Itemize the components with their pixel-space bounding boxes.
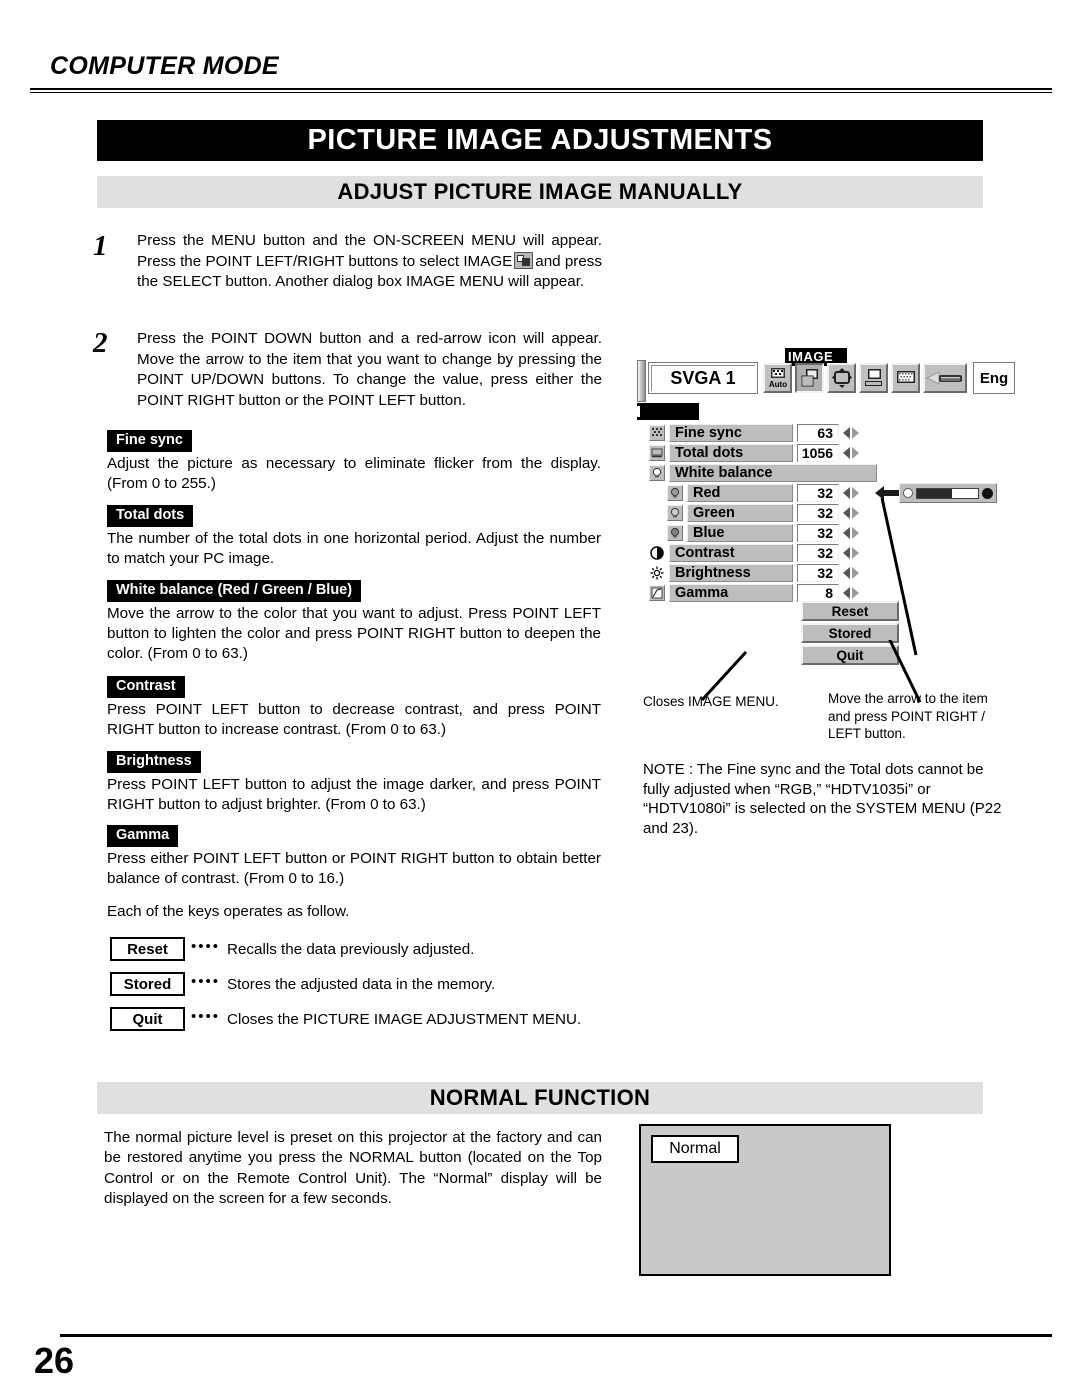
footer-divider <box>60 1334 1052 1337</box>
key-box-stored: Stored <box>110 972 185 996</box>
normal-function-text: The normal picture level is preset on th… <box>104 1129 602 1208</box>
osd-arrows-total-dots[interactable] <box>843 447 859 459</box>
page-mode-header: COMPUTER MODE <box>50 52 279 80</box>
item-body-gamma: Press either POINT LEFT button or POINT … <box>107 850 601 888</box>
item-tag-fine-sync: Fine sync <box>107 430 192 452</box>
osd-label-green: Green <box>687 504 793 522</box>
item-body-contrast: Press POINT LEFT button to decrease cont… <box>107 701 601 739</box>
osd-label-gamma: Gamma <box>669 584 793 602</box>
osd-value-green[interactable]: 32 <box>797 504 839 522</box>
image-menu-icon <box>514 251 534 269</box>
item-body-brightness: Press POINT LEFT button to adjust the im… <box>107 776 601 814</box>
item-tag-white-balance: White balance (Red / Green / Blue) <box>107 580 362 602</box>
osd-arrows-blue[interactable] <box>843 527 859 539</box>
osd-value-total-dots[interactable]: 1056 <box>797 444 839 462</box>
osd-value-brightness[interactable]: 32 <box>797 564 839 582</box>
osd-arrows-gamma[interactable] <box>843 587 859 599</box>
osd-scrollbar[interactable] <box>637 360 646 402</box>
osd-label-brightness: Brightness <box>669 564 793 582</box>
osd-label-fine-sync: Fine sync <box>669 424 793 442</box>
auto-image-icon[interactable]: Auto <box>763 363 792 393</box>
osd-label-white-balance: White balance <box>669 464 877 482</box>
key-legend-row-stored: Stored •••• Stores the adjusted data in … <box>110 971 495 997</box>
osd-value-red[interactable]: 32 <box>797 484 839 502</box>
brightness-icon <box>649 565 665 581</box>
osd-row-white-balance[interactable]: White balance <box>649 463 899 483</box>
slider-right-knob[interactable] <box>982 487 993 499</box>
total-dots-icon <box>649 445 665 461</box>
key-legend-row-quit: Quit •••• Closes the PICTURE IMAGE ADJUS… <box>110 1006 581 1032</box>
fine-sync-icon <box>649 425 665 441</box>
section-heading-normal-function: NORMAL FUNCTION <box>97 1082 983 1114</box>
item-tag-total-dots: Total dots <box>107 505 194 527</box>
osd-arrows-fine-sync[interactable] <box>843 427 859 439</box>
callout-move-description: Move the arrow to the item and press POI… <box>828 691 988 741</box>
key-dots: •••• <box>191 1007 221 1025</box>
key-box-quit: Quit <box>110 1007 185 1031</box>
osd-label-blue: Blue <box>687 524 793 542</box>
step-2-text: Press the POINT DOWN button and a red-ar… <box>137 330 602 409</box>
osd-row-total-dots[interactable]: Total dots 1056 <box>649 443 899 463</box>
osd-value-blue[interactable]: 32 <box>797 524 839 542</box>
step-2-number: 2 <box>93 327 108 359</box>
note-block: NOTE : The Fine sync and the Total dots … <box>643 760 1005 838</box>
contrast-icon <box>649 545 665 561</box>
key-desc-reset: Recalls the data previously adjusted. <box>227 940 475 958</box>
image-adjust-icon[interactable] <box>795 363 824 393</box>
pc-system-icon[interactable] <box>859 363 888 393</box>
item-body-white-balance: Move the arrow to the color that you wan… <box>107 605 601 663</box>
osd-arrows-green[interactable] <box>843 507 859 519</box>
osd-menu-illustration: IMAGE SVGA 1 Auto Eng Fine sync 63 Total… <box>637 348 1015 673</box>
callout-quit-description: Closes IMAGE MENU. <box>643 694 779 709</box>
item-body-fine-sync: Adjust the picture as necessary to elimi… <box>107 455 601 493</box>
green-icon <box>667 505 683 521</box>
osd-label-contrast: Contrast <box>669 544 793 562</box>
note-label: NOTE : <box>643 761 694 778</box>
blue-icon <box>667 525 683 541</box>
key-box-reset: Reset <box>110 937 185 961</box>
osd-value-gamma[interactable]: 8 <box>797 584 839 602</box>
step-1-text: Press the MENU button and the ON-SCREEN … <box>137 231 602 293</box>
osd-row-fine-sync[interactable]: Fine sync 63 <box>649 423 899 443</box>
key-desc-quit: Closes the PICTURE IMAGE ADJUSTMENT MENU… <box>227 1010 582 1028</box>
step-1-number: 1 <box>93 230 108 262</box>
slider-track[interactable] <box>916 487 979 499</box>
osd-red-arrow-marker <box>637 403 699 420</box>
osd-label-total-dots: Total dots <box>669 444 793 462</box>
osd-value-contrast[interactable]: 32 <box>797 544 839 562</box>
item-tag-gamma: Gamma <box>107 825 179 847</box>
projector-icon[interactable] <box>923 363 967 393</box>
page-number: 26 <box>34 1340 75 1381</box>
svg-text:Auto: Auto <box>768 380 786 389</box>
display-icon[interactable] <box>891 363 920 393</box>
osd-language-field[interactable]: Eng <box>973 362 1015 394</box>
osd-value-fine-sync[interactable]: 63 <box>797 424 839 442</box>
normal-display-chip: Normal <box>651 1135 739 1163</box>
key-legend-row-reset: Reset •••• Recalls the data previously a… <box>110 936 474 962</box>
osd-arrows-brightness[interactable] <box>843 567 859 579</box>
key-desc-stored: Stores the adjusted data in the memory. <box>227 975 496 993</box>
red-icon <box>667 485 683 501</box>
osd-label-red: Red <box>687 484 793 502</box>
gamma-icon <box>649 585 665 601</box>
slider-fill <box>917 488 953 498</box>
item-body-total-dots: The number of the total dots in one hori… <box>107 530 601 568</box>
item-tag-contrast: Contrast <box>107 676 185 698</box>
key-dots: •••• <box>191 972 221 990</box>
page-title: PICTURE IMAGE ADJUSTMENTS <box>97 120 983 161</box>
osd-arrows-contrast[interactable] <box>843 547 859 559</box>
white-balance-icon <box>649 465 665 481</box>
keys-intro-text: Each of the keys operates as follow. <box>107 903 350 920</box>
section-heading-adjust-manually: ADJUST PICTURE IMAGE MANUALLY <box>97 176 983 208</box>
key-dots: •••• <box>191 937 221 955</box>
slider-leader-line <box>880 497 918 656</box>
osd-source-field[interactable]: SVGA 1 <box>648 362 758 394</box>
osd-toolbar: SVGA 1 Auto Eng <box>648 360 1015 396</box>
screen-icon[interactable] <box>827 363 856 393</box>
osd-arrows-red[interactable] <box>843 487 859 499</box>
header-divider <box>30 88 1052 93</box>
item-tag-brightness: Brightness <box>107 751 201 773</box>
note-text: The Fine sync and the Total dots cannot … <box>643 761 1002 837</box>
